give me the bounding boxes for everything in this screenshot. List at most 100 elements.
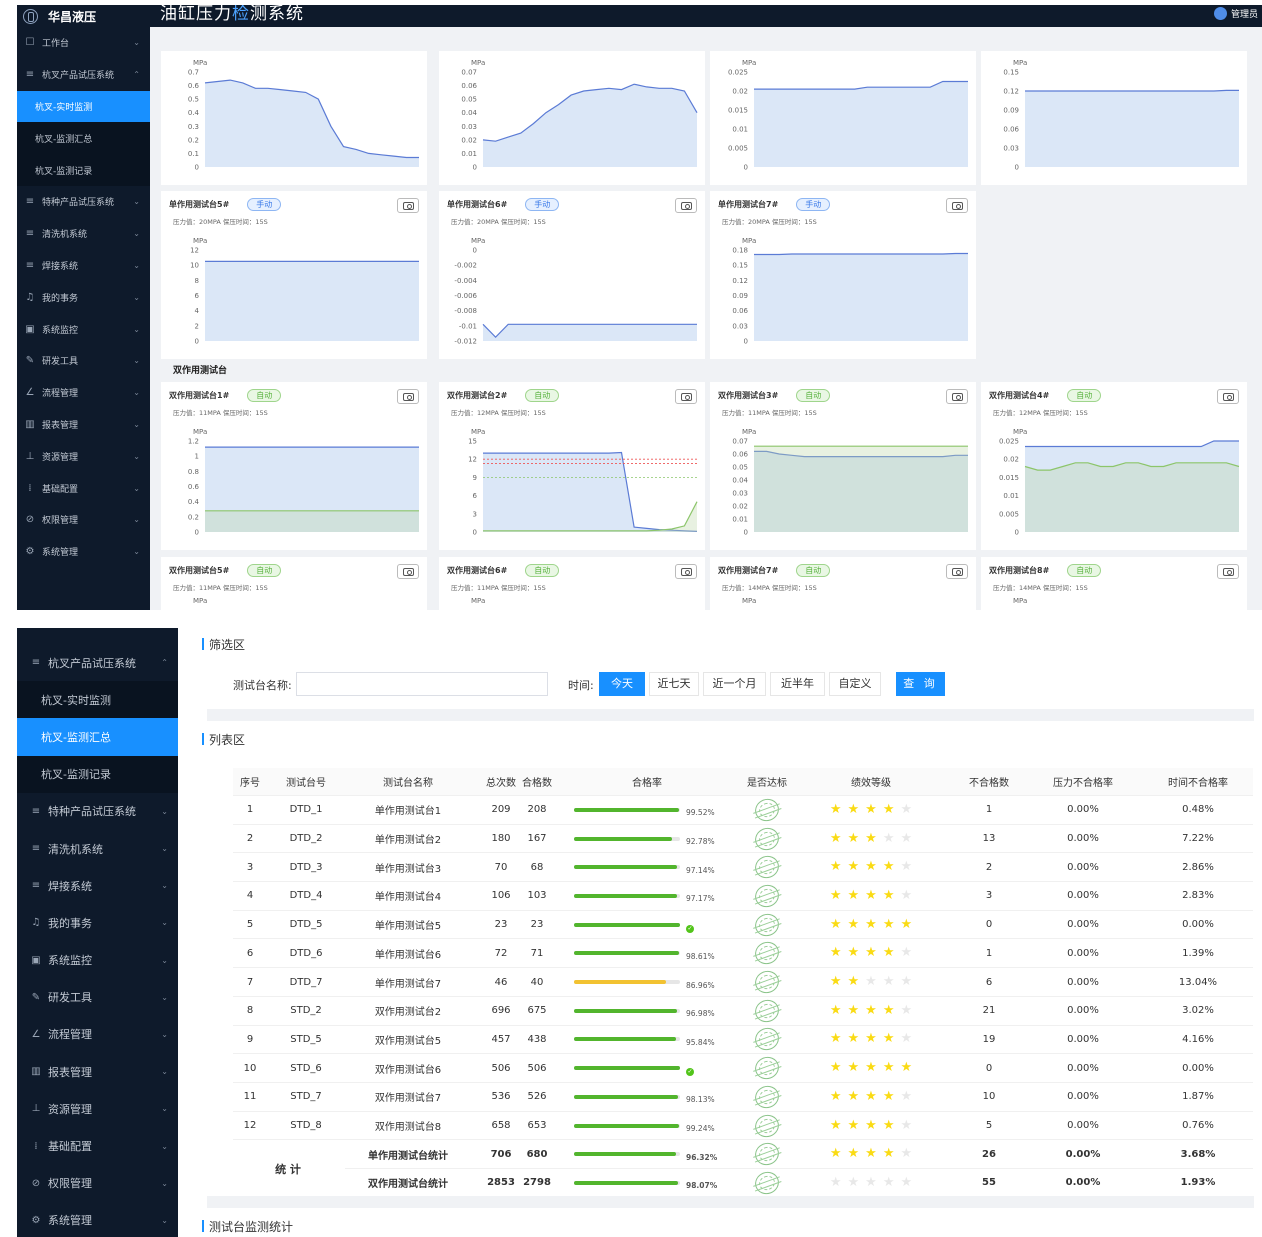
column-header[interactable]: 是否达标 <box>725 768 809 795</box>
camera-button[interactable] <box>675 564 697 579</box>
sidebar-item-2[interactable]: 杭叉-监测汇总 <box>17 718 178 756</box>
column-header[interactable]: 合格数 <box>501 768 573 795</box>
sidebar-item-4[interactable]: ≡ 特种产品试压系统 ⌄ <box>17 793 178 830</box>
sidebar-item-2[interactable]: 杭叉-实时监测 <box>17 90 150 123</box>
sidebar-item-1[interactable]: 杭叉-实时监测 <box>17 681 178 719</box>
menu-icon: ▣ <box>31 954 41 966</box>
sidebar-item-4[interactable]: 杭叉-监测记录 <box>17 154 150 186</box>
sidebar-item-14[interactable]: ⁞ 基础配置 ⌄ <box>17 472 150 504</box>
sidebar-item-14[interactable]: ⊘ 权限管理 ⌄ <box>17 1165 178 1202</box>
column-header[interactable]: 时间不合格率 <box>1143 768 1253 795</box>
y-tick-label: 0.02 <box>732 503 748 511</box>
sidebar-item-7[interactable]: ≡ 焊接系统 ⌄ <box>17 250 150 282</box>
column-header[interactable]: 不合格数 <box>939 768 1039 795</box>
pass-rate-bar <box>574 980 680 985</box>
y-tick-label: 9 <box>473 474 477 482</box>
sidebar-item-6[interactable]: ≡ 焊接系统 ⌄ <box>17 867 178 904</box>
column-header[interactable]: 绩效等级 <box>809 768 933 795</box>
column-header[interactable]: 序号 <box>233 768 267 795</box>
sidebar-item-9[interactable]: ✎ 研发工具 ⌄ <box>17 979 178 1016</box>
cell-fail: 5 <box>985 1120 993 1132</box>
table-row[interactable]: 5 DTD_5 单作用测试台5 23 23 ✓ ★ ★ ★ ★ ★ 0 0.00% 0.00% <box>233 910 1253 940</box>
pass-rate-value: 98.61% <box>686 951 715 961</box>
mode-badge[interactable]: 自动 <box>525 564 560 577</box>
mode-badge[interactable]: 自动 <box>796 564 831 577</box>
mode-badge[interactable]: 自动 <box>247 564 282 577</box>
sidebar-item-8[interactable]: ♫ 我的事务 ⌄ <box>17 281 150 313</box>
user-menu[interactable]: 管理员 <box>1213 7 1258 20</box>
column-header[interactable]: 合格率 <box>569 768 725 795</box>
star-icon: ★ <box>865 945 877 961</box>
sidebar-item-12[interactable]: ▥ 报表管理 ⌄ <box>17 409 150 441</box>
sidebar-item-3[interactable]: 杭叉-监测汇总 <box>17 122 150 155</box>
table-row[interactable]: 11 STD_7 双作用测试台7 536 526 98.13% ★ ★ ★ ★ ★ 10 0.00% 1.… <box>233 1082 1253 1112</box>
sidebar-item-12[interactable]: ⊥ 资源管理 ⌄ <box>17 1090 178 1127</box>
sidebar-item-11[interactable]: ∠ 流程管理 ⌄ <box>17 377 150 409</box>
camera-button[interactable] <box>946 564 968 579</box>
table-row[interactable]: 10 STD_6 双作用测试台6 506 506 ✓ ★ ★ ★ ★ ★ 0 0.00% 0.00% <box>233 1053 1253 1083</box>
sidebar-item-1[interactable]: ≡ 杭叉产品试压系统 ⌃ <box>17 59 150 91</box>
table-row[interactable]: 6 DTD_6 单作用测试台6 72 71 98.61% ★ ★ ★ ★ ★ 1 0.00% 1.39% <box>233 938 1253 969</box>
compliance-cell <box>725 852 809 882</box>
cell-name: 双作用测试台统计 <box>368 1179 448 1191</box>
sidebar-item-11[interactable]: ▥ 报表管理 ⌄ <box>17 1053 178 1090</box>
sidebar-item-0[interactable]: ☐ 工作台 ⌄ <box>17 27 150 59</box>
y-tick-label: 0.03 <box>732 490 748 498</box>
sidebar-item-5[interactable]: ≡ 清洗机系统 ⌄ <box>17 830 178 867</box>
cell-fail: 6 <box>985 976 993 988</box>
camera-button[interactable] <box>1217 564 1239 579</box>
range-custom-button[interactable]: 自定义 <box>829 672 881 696</box>
sidebar-item-16[interactable]: ⚙ 系统管理 ⌄ <box>17 536 150 568</box>
compliance-cell <box>725 967 809 997</box>
table-row[interactable]: 4 DTD_4 单作用测试台4 106 103 97.17% ★ ★ ★ ★ ★ 3 0.00% 2.83… <box>233 881 1253 911</box>
table-row[interactable]: 3 DTD_3 单作用测试台3 70 68 97.14% ★ ★ ★ ★ ★ 2 0.00% 2.86% <box>233 852 1253 883</box>
star-icon: ★ <box>900 945 913 961</box>
sidebar-item-15[interactable]: ⊘ 权限管理 ⌄ <box>17 504 150 536</box>
sidebar-item-10[interactable]: ∠ 流程管理 ⌄ <box>17 1016 178 1053</box>
rating-stars: ★ ★ ★ ★ ★ <box>830 1032 912 1046</box>
sidebar-item-8[interactable]: ▣ 系统监控 ⌄ <box>17 942 178 979</box>
pass-rate-cell: 99.24% <box>569 1112 725 1140</box>
rating-cell: ★ ★ ★ ★ ★ <box>809 940 933 968</box>
name-label: 测试台名称: <box>233 679 292 692</box>
mode-badge[interactable]: 自动 <box>1067 564 1102 577</box>
range-1m-button[interactable]: 近一个月 <box>703 672 766 696</box>
range-today-button[interactable]: 今天 <box>599 672 645 696</box>
pressure-chart: 0.07 0.06 0.05 0.04 0.03 0.02 0.01 0 <box>732 438 968 537</box>
sidebar-item-13[interactable]: ⊥ 资源管理 ⌄ <box>17 440 150 472</box>
column-header[interactable]: 压力不合格率 <box>1033 768 1133 795</box>
sidebar-item-0[interactable]: ≡ 杭叉产品试压系统 ⌃ <box>17 644 178 681</box>
sidebar-item-7[interactable]: ♫ 我的事务 ⌄ <box>17 904 178 941</box>
range-7d-button[interactable]: 近七天 <box>649 672 699 696</box>
sidebar-item-13[interactable]: ⁞ 基础配置 ⌄ <box>17 1127 178 1164</box>
table-row[interactable]: 1 DTD_1 单作用测试台1 209 208 99.52% ★ ★ ★ ★ ★ 1 0.00% 0.48… <box>233 795 1253 825</box>
y-tick-label: 0.01 <box>461 150 477 158</box>
camera-button[interactable] <box>397 564 419 579</box>
sidebar-item-15[interactable]: ⚙ 系统管理 ⌄ <box>17 1202 178 1237</box>
sidebar-item-6[interactable]: ≡ 清洗机系统 ⌄ <box>17 218 150 250</box>
table-row[interactable]: 9 STD_5 双作用测试台5 457 438 95.84% ★ ★ ★ ★ ★ 19 0.00% 4.1… <box>233 1024 1253 1055</box>
qualified-stamp-icon <box>751 1111 783 1140</box>
table-row[interactable]: 12 STD_8 双作用测试台8 658 653 99.24% ★ ★ ★ ★ ★ 5 0.00% 0.7… <box>233 1111 1253 1141</box>
sidebar-item-9[interactable]: ▣ 系统监控 ⌄ <box>17 313 150 345</box>
menu-icon: ▥ <box>31 1066 41 1078</box>
table-row[interactable]: 2 DTD_2 单作用测试台2 180 167 92.78% ★ ★ ★ ★ ★ 13 0.00% 7.2… <box>233 824 1253 854</box>
range-6m-button[interactable]: 近半年 <box>770 672 825 696</box>
rating-cell: ★ ★ ★ ★ ★ <box>809 1054 933 1082</box>
cell-pass: 103 <box>527 890 547 902</box>
column-header[interactable]: 测试台名称 <box>345 768 471 795</box>
query-button[interactable]: 查 询 <box>896 672 945 696</box>
station-name-input[interactable] <box>296 672 548 696</box>
table-row[interactable]: 7 DTD_7 单作用测试台7 46 40 86.96% ★ ★ ★ ★ ★ 6 0.00% 13.04% <box>233 967 1253 997</box>
chart-card: 双作用测试台7# 自动 压力值：14MPA 保压时间：15S MPa <box>710 557 976 610</box>
sidebar-item-10[interactable]: ✎ 研发工具 ⌄ <box>17 345 150 377</box>
column-header[interactable]: 测试台号 <box>269 768 343 795</box>
y-tick-label: 0.4 <box>188 109 200 117</box>
y-tick-label: 10 <box>190 262 199 270</box>
table-row[interactable]: 8 STD_2 双作用测试台2 696 675 96.98% ★ ★ ★ ★ ★ 21 0.00% 3.0… <box>233 996 1253 1026</box>
y-tick-label: -0.01 <box>459 322 477 330</box>
sidebar-item-3[interactable]: 杭叉-监测记录 <box>17 755 178 793</box>
star-icon: ★ <box>829 945 842 961</box>
sidebar-item-5[interactable]: ≡ 特种产品试压系统 ⌄ <box>17 186 150 218</box>
star-icon: ★ <box>882 916 895 932</box>
